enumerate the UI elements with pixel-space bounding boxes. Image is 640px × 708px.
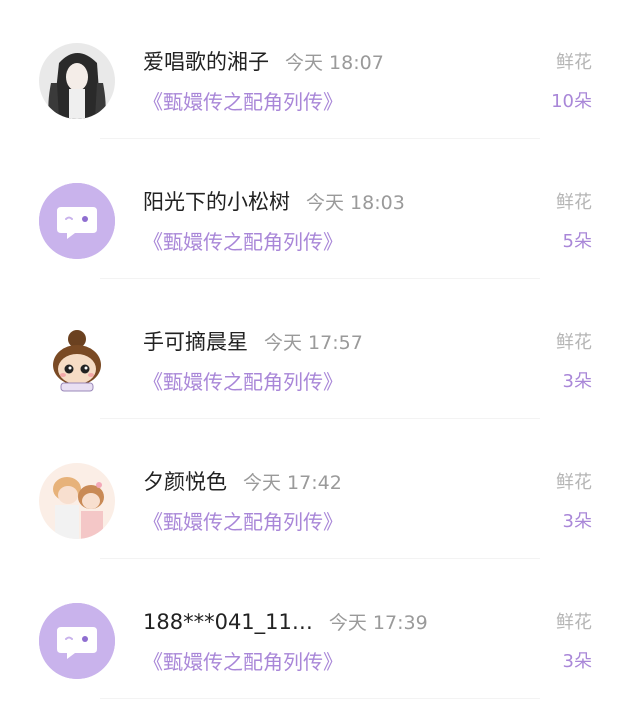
- user-name-text: 188***041_11…: [143, 610, 313, 634]
- list-item[interactable]: 手可摘晨星 今天 17:57 《甄嬛传之配角列传》 鲜花 3朵: [0, 280, 640, 420]
- user-name-text: 夕颜悦色: [143, 470, 227, 494]
- timestamp: 今天 17:42: [243, 472, 342, 494]
- timestamp: 今天 18:03: [306, 192, 405, 214]
- avatar[interactable]: [39, 603, 115, 679]
- portrait-avatar-icon: [39, 43, 115, 119]
- anime-couple-avatar-icon: [39, 463, 115, 539]
- avatar[interactable]: [39, 183, 115, 259]
- gift-count: 3朵: [562, 371, 592, 392]
- avatar[interactable]: [39, 323, 115, 399]
- user-name-text: 手可摘晨星: [143, 330, 248, 354]
- user-name-text: 阳光下的小松树: [143, 190, 290, 214]
- cartoon-girl-avatar-icon: [39, 323, 115, 399]
- divider: [100, 418, 540, 419]
- divider: [100, 278, 540, 279]
- timestamp: 今天 18:07: [285, 52, 384, 74]
- list-item[interactable]: 188***041_11… 今天 17:39 《甄嬛传之配角列传》 鲜花 3朵: [0, 560, 640, 700]
- user-name[interactable]: 188***041_11… 今天 17:39: [143, 607, 428, 638]
- gift-type-label: 鲜花: [556, 612, 592, 633]
- divider: [100, 558, 540, 559]
- book-title-link[interactable]: 《甄嬛传之配角列传》: [143, 88, 343, 116]
- default-chat-avatar-icon: [39, 603, 115, 679]
- divider: [100, 138, 540, 139]
- gift-count: 5朵: [562, 231, 592, 252]
- gift-record-list: 爱唱歌的湘子 今天 18:07 《甄嬛传之配角列传》 鲜花 10朵 阳光下的小松树…: [0, 0, 640, 708]
- gift-type-label: 鲜花: [556, 192, 592, 213]
- avatar[interactable]: [39, 463, 115, 539]
- user-name[interactable]: 手可摘晨星 今天 17:57: [143, 327, 363, 358]
- book-title-link[interactable]: 《甄嬛传之配角列传》: [143, 648, 343, 676]
- divider: [100, 698, 540, 699]
- book-title-link[interactable]: 《甄嬛传之配角列传》: [143, 228, 343, 256]
- user-name[interactable]: 夕颜悦色 今天 17:42: [143, 467, 342, 498]
- avatar[interactable]: [39, 43, 115, 119]
- timestamp: 今天 17:57: [264, 332, 363, 354]
- gift-count: 10朵: [551, 91, 592, 112]
- user-name[interactable]: 阳光下的小松树 今天 18:03: [143, 187, 405, 218]
- gift-count: 3朵: [562, 651, 592, 672]
- default-chat-avatar-icon: [39, 183, 115, 259]
- list-item[interactable]: 爱唱歌的湘子 今天 18:07 《甄嬛传之配角列传》 鲜花 10朵: [0, 0, 640, 140]
- timestamp: 今天 17:39: [328, 612, 428, 634]
- book-title-link[interactable]: 《甄嬛传之配角列传》: [143, 508, 343, 536]
- gift-type-label: 鲜花: [556, 472, 592, 493]
- book-title-link[interactable]: 《甄嬛传之配角列传》: [143, 368, 343, 396]
- gift-type-label: 鲜花: [556, 332, 592, 353]
- list-item[interactable]: 夕颜悦色 今天 17:42 《甄嬛传之配角列传》 鲜花 3朵: [0, 420, 640, 560]
- gift-type-label: 鲜花: [556, 52, 592, 73]
- list-item[interactable]: 阳光下的小松树 今天 18:03 《甄嬛传之配角列传》 鲜花 5朵: [0, 140, 640, 280]
- gift-count: 3朵: [562, 511, 592, 532]
- user-name[interactable]: 爱唱歌的湘子 今天 18:07: [143, 47, 384, 78]
- user-name-text: 爱唱歌的湘子: [143, 50, 269, 74]
